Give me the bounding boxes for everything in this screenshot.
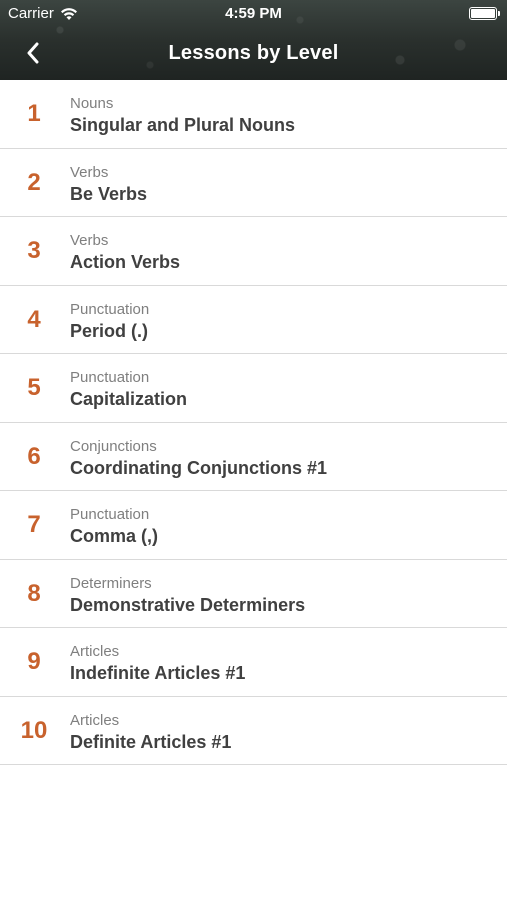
lesson-row-5[interactable]: 5 Punctuation Capitalization <box>0 354 507 423</box>
battery-icon <box>469 7 500 20</box>
lesson-text: Verbs Be Verbs <box>70 163 147 206</box>
lesson-number: 1 <box>27 100 41 127</box>
lesson-category: Conjunctions <box>70 437 157 455</box>
lesson-number: 9 <box>27 648 41 675</box>
lesson-number: 2 <box>27 168 41 196</box>
status-bar: Carrier 4:59 PM <box>0 0 507 28</box>
lesson-text: Conjunctions Coordinating Conjunctions #… <box>70 437 327 480</box>
lesson-category: Articles <box>70 711 120 729</box>
status-time: 4:59 PM <box>225 5 282 22</box>
lesson-row-2[interactable]: 2 Verbs Be Verbs <box>0 149 507 217</box>
battery-level <box>471 9 495 18</box>
nav-bar: Lessons by Level <box>0 28 507 78</box>
lesson-title: Period (.) <box>70 320 149 341</box>
lesson-title: Action Verbs <box>70 252 181 272</box>
lesson-row-6[interactable]: 6 Conjunctions Coordinating Conjunctions… <box>0 423 507 491</box>
lesson-text: Articles Definite Articles #1 <box>70 711 231 754</box>
lesson-title: Capitalization <box>70 389 188 409</box>
back-button[interactable] <box>18 38 48 68</box>
lesson-row-4[interactable]: 4 Punctuation Period (.) <box>0 286 507 354</box>
lesson-category: Punctuation <box>70 300 150 318</box>
lesson-row-1[interactable]: 1 Nouns Singular and Plural Nouns <box>0 80 507 149</box>
lesson-row-10[interactable]: 10 Articles Definite Articles #1 <box>0 697 507 765</box>
lesson-text: Punctuation Comma (,) <box>70 505 158 548</box>
lesson-number: 5 <box>27 374 41 401</box>
page-title: Lessons by Level <box>168 41 339 64</box>
lesson-category: Articles <box>70 643 120 660</box>
lesson-category: Nouns <box>70 95 114 112</box>
lesson-text: Punctuation Capitalization <box>70 368 187 411</box>
lesson-text: Nouns Singular and Plural Nouns <box>70 94 295 137</box>
lesson-text: Determiners Demonstrative Determiners <box>70 574 305 617</box>
lesson-row-3[interactable]: 3 Verbs Action Verbs <box>0 217 507 286</box>
lesson-title: Indefinite Articles #1 <box>70 663 246 683</box>
lesson-text: Verbs Action Verbs <box>70 231 180 274</box>
lesson-category: Punctuation <box>70 369 150 386</box>
lesson-number: 6 <box>27 442 41 470</box>
lesson-category: Verbs <box>70 163 109 181</box>
lesson-row-8[interactable]: 8 Determiners Demonstrative Determiners <box>0 560 507 628</box>
lesson-row-9[interactable]: 9 Articles Indefinite Articles #1 <box>0 628 507 697</box>
lesson-number: 7 <box>27 511 41 538</box>
lesson-text: Punctuation Period (.) <box>70 300 149 343</box>
navigation-header: Carrier 4:59 PM Lessons by Level <box>0 0 507 80</box>
lesson-title: Demonstrative Determiners <box>70 594 306 615</box>
lesson-title: Coordinating Conjunctions #1 <box>70 457 327 478</box>
chevron-left-icon <box>27 42 39 64</box>
lesson-title: Singular and Plural Nouns <box>70 115 296 135</box>
lesson-text: Articles Indefinite Articles #1 <box>70 642 245 685</box>
lesson-number: 8 <box>27 579 41 607</box>
lesson-title: Comma (,) <box>70 526 159 546</box>
lesson-number: 3 <box>27 237 41 264</box>
lesson-list: 1 Nouns Singular and Plural Nouns 2 Verb… <box>0 80 507 765</box>
lesson-title: Be Verbs <box>70 183 148 204</box>
lesson-row-7[interactable]: 7 Punctuation Comma (,) <box>0 491 507 560</box>
lesson-title: Definite Articles #1 <box>70 731 232 752</box>
lesson-category: Determiners <box>70 574 152 592</box>
lesson-category: Verbs <box>70 232 109 249</box>
lesson-number: 4 <box>27 305 41 333</box>
lesson-category: Punctuation <box>70 506 150 523</box>
lesson-number: 10 <box>20 716 48 744</box>
